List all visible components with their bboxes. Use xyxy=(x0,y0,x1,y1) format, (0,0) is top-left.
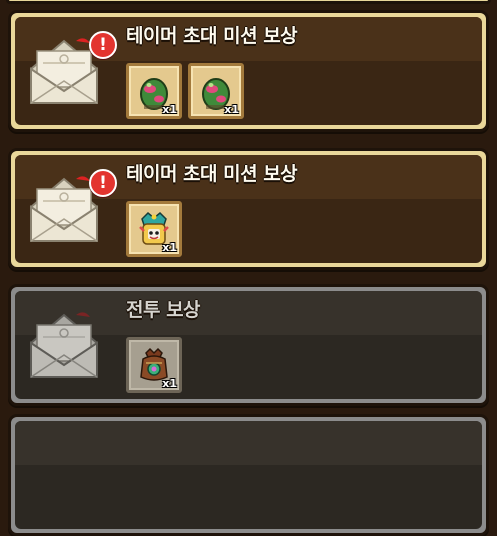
reward-slot[interactable]: x1 xyxy=(126,201,182,257)
mail-card-body xyxy=(15,421,482,529)
reward-quantity: x1 xyxy=(224,103,239,116)
mail-title: 전투 보상 xyxy=(126,299,201,321)
reward-quantity: x1 xyxy=(162,241,177,254)
mail-card[interactable]: ! 테이머 초대 미션 보상 x1 xyxy=(8,148,489,270)
reward-slot[interactable]: x1 xyxy=(188,63,244,119)
mail-card-partial xyxy=(8,414,489,536)
previous-card-edge xyxy=(6,0,491,4)
alert-icon: ! xyxy=(89,31,117,59)
reward-slot[interactable]: x1 xyxy=(126,337,182,393)
reward-quantity: x1 xyxy=(162,103,177,116)
mail-card[interactable]: 전투 보상 x1 xyxy=(8,284,489,406)
reward-list: x1 xyxy=(126,337,182,393)
mail-title: 테이머 초대 미션 보상 xyxy=(126,25,298,47)
mail-card[interactable]: ! 테이머 초대 미션 보상 x1 x1 xyxy=(8,10,489,132)
envelope-icon xyxy=(30,312,98,378)
reward-slot[interactable]: x1 xyxy=(126,63,182,119)
reward-list: x1 xyxy=(126,201,182,257)
mail-title: 테이머 초대 미션 보상 xyxy=(126,163,298,185)
reward-quantity: x1 xyxy=(162,377,177,390)
alert-icon: ! xyxy=(89,169,117,197)
reward-list: x1 x1 xyxy=(126,63,244,119)
